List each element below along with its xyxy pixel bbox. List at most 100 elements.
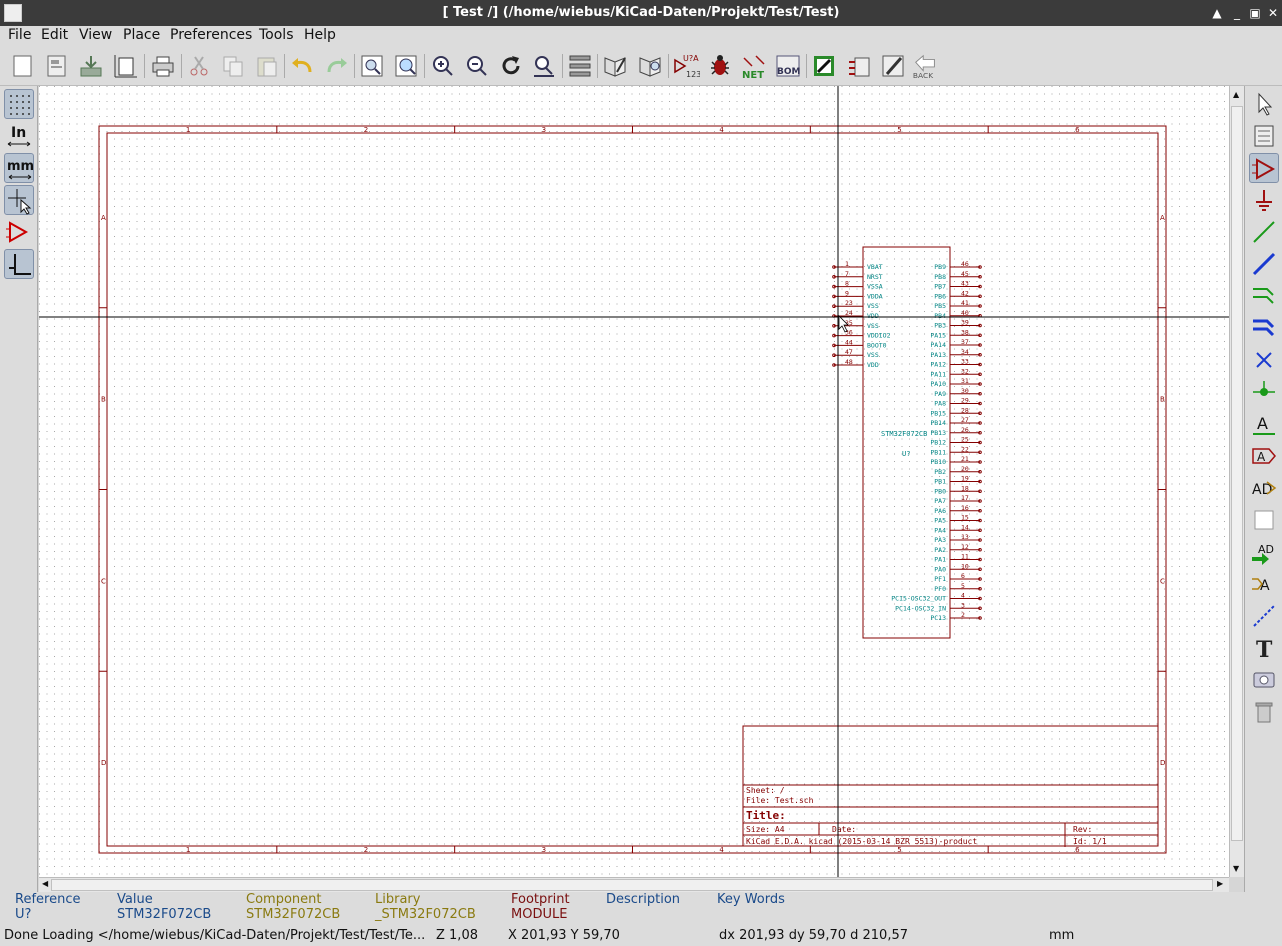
page-settings-icon[interactable] bbox=[43, 52, 71, 80]
menu-edit[interactable]: Edit bbox=[41, 27, 68, 43]
wire-bus-entry-icon[interactable] bbox=[1249, 281, 1279, 311]
pin-name: PC14-OSC32_IN bbox=[895, 604, 946, 612]
find-replace-icon[interactable] bbox=[392, 52, 420, 80]
library-browser-icon[interactable] bbox=[636, 52, 664, 80]
sheet-size-icon[interactable] bbox=[112, 52, 140, 80]
hidden-pins-icon[interactable] bbox=[4, 217, 34, 247]
pin-number: 34 bbox=[961, 348, 969, 356]
zoom-out-icon[interactable] bbox=[463, 52, 491, 80]
svg-text:A: A bbox=[1257, 450, 1266, 464]
zoom-fit-icon[interactable] bbox=[530, 52, 558, 80]
new-sheet-icon[interactable] bbox=[9, 52, 37, 80]
pin-name: PA7 bbox=[934, 497, 946, 505]
grid-dots bbox=[39, 86, 1229, 877]
print-icon[interactable] bbox=[149, 52, 177, 80]
pin-number: 18 bbox=[961, 484, 969, 492]
import-footprint-icon[interactable] bbox=[845, 52, 873, 80]
cut-icon[interactable] bbox=[185, 52, 213, 80]
horizontal-scroll-thumb[interactable] bbox=[51, 879, 1213, 891]
net-label-icon[interactable]: A bbox=[1249, 409, 1279, 439]
bus-wire-angle-icon[interactable] bbox=[4, 249, 34, 279]
component-reference-field[interactable]: U? bbox=[902, 450, 910, 458]
units-inch-button[interactable]: In bbox=[4, 121, 34, 151]
pin-number: 22 bbox=[961, 445, 969, 453]
menu-place[interactable]: Place bbox=[123, 27, 160, 43]
menu-preferences[interactable]: Preferences bbox=[170, 27, 252, 43]
maximize-button[interactable]: ▣ bbox=[1246, 4, 1264, 22]
annotate-icon[interactable]: U?A 123 bbox=[672, 52, 701, 80]
place-wire-icon[interactable] bbox=[1249, 217, 1279, 247]
grid-toggle-icon[interactable] bbox=[4, 89, 34, 119]
pin-name: PA3 bbox=[934, 536, 946, 544]
import-sheet-pin-icon[interactable]: AD bbox=[1249, 537, 1279, 567]
sheet-pin-icon[interactable]: A bbox=[1249, 569, 1279, 599]
window-up-icon[interactable]: ▲ bbox=[1208, 4, 1226, 22]
menu-file[interactable]: File bbox=[8, 27, 31, 43]
bom-icon[interactable]: BOM bbox=[774, 52, 802, 80]
menu-tools[interactable]: Tools bbox=[259, 27, 294, 43]
pin-number: 45 bbox=[961, 270, 969, 278]
border-row-label: D bbox=[101, 759, 106, 767]
pin-name: PB8 bbox=[934, 273, 946, 281]
svg-text:A: A bbox=[1260, 578, 1270, 594]
find-icon[interactable] bbox=[358, 52, 386, 80]
hierarchy-navigate-icon[interactable] bbox=[1249, 121, 1279, 151]
cursor-shape-icon[interactable] bbox=[4, 185, 34, 215]
undo-icon[interactable] bbox=[288, 52, 316, 80]
close-button[interactable]: ✕ bbox=[1264, 4, 1282, 22]
scroll-right-icon[interactable]: ▶ bbox=[1217, 879, 1223, 888]
place-component-icon[interactable] bbox=[1249, 153, 1279, 183]
pcbnew-icon[interactable] bbox=[879, 52, 907, 80]
scroll-up-icon[interactable]: ▲ bbox=[1233, 90, 1239, 99]
schematic-sheet[interactable]: 112233445566 A AB BC CD D Sheet: / File: Tes… bbox=[39, 86, 1229, 877]
erc-icon[interactable] bbox=[706, 52, 734, 80]
tb-file: File: Test.sch bbox=[746, 796, 814, 805]
cvpcb-icon[interactable] bbox=[810, 52, 838, 80]
schematic-canvas[interactable]: 112233445566 AABBCCDD Sheet: / File: Tes… bbox=[39, 86, 1229, 877]
global-label-icon[interactable]: A bbox=[1249, 441, 1279, 471]
back-icon[interactable]: BACK bbox=[912, 52, 942, 80]
graphic-line-icon[interactable] bbox=[1249, 601, 1279, 631]
place-image-icon[interactable] bbox=[1249, 665, 1279, 695]
library-editor-icon[interactable] bbox=[601, 52, 629, 80]
svg-text:U?A: U?A bbox=[683, 54, 699, 63]
netlist-icon[interactable]: NET bbox=[740, 52, 768, 81]
scroll-down-icon[interactable]: ▼ bbox=[1233, 864, 1239, 873]
place-power-icon[interactable] bbox=[1249, 185, 1279, 215]
menu-help[interactable]: Help bbox=[304, 27, 336, 43]
select-arrow-icon[interactable] bbox=[1249, 89, 1279, 119]
graphic-text-icon[interactable]: T bbox=[1249, 633, 1279, 663]
horizontal-scrollbar[interactable]: ◀ ▶ bbox=[39, 877, 1229, 892]
load-icon[interactable] bbox=[77, 52, 105, 80]
pin-name: PA9 bbox=[934, 390, 946, 398]
pin-number: 31 bbox=[961, 377, 969, 385]
pin-number: 13 bbox=[961, 533, 969, 541]
copy-icon[interactable] bbox=[219, 52, 247, 80]
component-value-field[interactable]: STM32F072CB bbox=[881, 430, 927, 438]
pin-number: 48 bbox=[845, 358, 853, 366]
border-row-label: C bbox=[1160, 577, 1165, 585]
units-readout: mm bbox=[1049, 928, 1075, 943]
minimize-button[interactable]: _ bbox=[1228, 4, 1246, 22]
hierarchy-icon[interactable] bbox=[566, 52, 594, 80]
place-bus-icon[interactable] bbox=[1249, 249, 1279, 279]
vertical-scrollbar[interactable]: ▲ ▼ bbox=[1229, 86, 1244, 877]
pin-number: 28 bbox=[961, 406, 969, 414]
junction-icon[interactable] bbox=[1249, 377, 1279, 407]
redraw-icon[interactable] bbox=[497, 52, 525, 80]
vertical-scroll-thumb[interactable] bbox=[1231, 106, 1243, 841]
menu-view[interactable]: View bbox=[79, 27, 112, 43]
units-mm-button[interactable]: mm bbox=[4, 153, 34, 183]
pin-number: 20 bbox=[961, 465, 969, 473]
bus-bus-entry-icon[interactable] bbox=[1249, 313, 1279, 343]
no-connect-icon[interactable] bbox=[1249, 345, 1279, 375]
pin-number: 16 bbox=[961, 504, 969, 512]
zoom-in-icon[interactable] bbox=[429, 52, 457, 80]
redo-icon[interactable] bbox=[323, 52, 351, 80]
hierarchical-sheet-icon[interactable] bbox=[1249, 505, 1279, 535]
hierarchical-label-icon[interactable]: AD bbox=[1249, 473, 1279, 503]
paste-icon[interactable] bbox=[253, 52, 281, 80]
scroll-left-icon[interactable]: ◀ bbox=[42, 879, 48, 888]
pin-number: 42 bbox=[961, 289, 969, 297]
delete-item-icon[interactable] bbox=[1249, 697, 1279, 727]
